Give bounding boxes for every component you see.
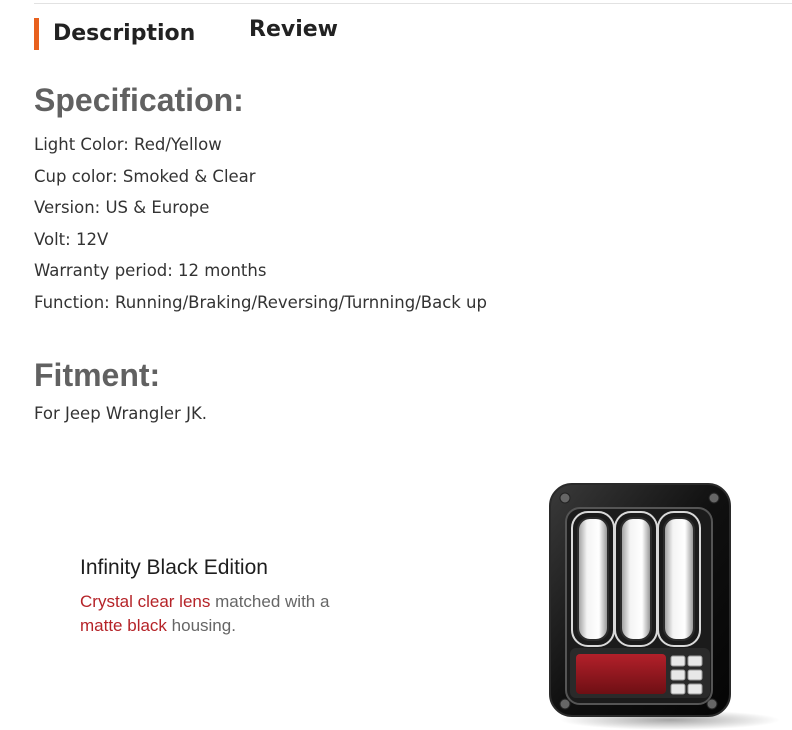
banner-highlight-lens: Crystal clear lens: [80, 592, 211, 611]
specification-heading: Specification:: [34, 82, 244, 118]
fitment-heading: Fitment:: [34, 357, 161, 393]
spec-item: Light Color: Red/Yellow: [34, 135, 222, 154]
spec-item: Version: US & Europe: [34, 198, 210, 217]
spec-item: Warranty period: 12 months: [34, 261, 267, 280]
banner-copy: Crystal clear lens matched with a matte …: [80, 590, 380, 638]
specification-list: Light Color: Red/Yellow Cup color: Smoke…: [34, 129, 487, 318]
product-banner: Infinity Black Edition Crystal clear len…: [0, 440, 792, 730]
top-divider: [34, 3, 792, 4]
spec-item: Function: Running/Braking/Reversing/Turn…: [34, 292, 487, 312]
tab-description[interactable]: Description: [34, 18, 195, 50]
banner-text: matched with a: [210, 592, 330, 611]
tab-review-label[interactable]: Review: [249, 17, 338, 42]
tab-description-label[interactable]: Description: [53, 21, 195, 46]
spec-item: Cup color: Smoked & Clear: [34, 166, 256, 186]
tab-review[interactable]: Review: [249, 14, 338, 46]
banner-highlight-housing: matte black: [80, 616, 167, 635]
product-tabs: Description Review: [34, 14, 734, 50]
tail-light-image: [549, 483, 780, 730]
spec-item: Volt: 12V: [34, 229, 109, 249]
banner-title: Infinity Black Edition: [80, 556, 268, 579]
banner-text: housing.: [166, 616, 236, 635]
fitment-text: For Jeep Wrangler JK.: [34, 404, 208, 423]
